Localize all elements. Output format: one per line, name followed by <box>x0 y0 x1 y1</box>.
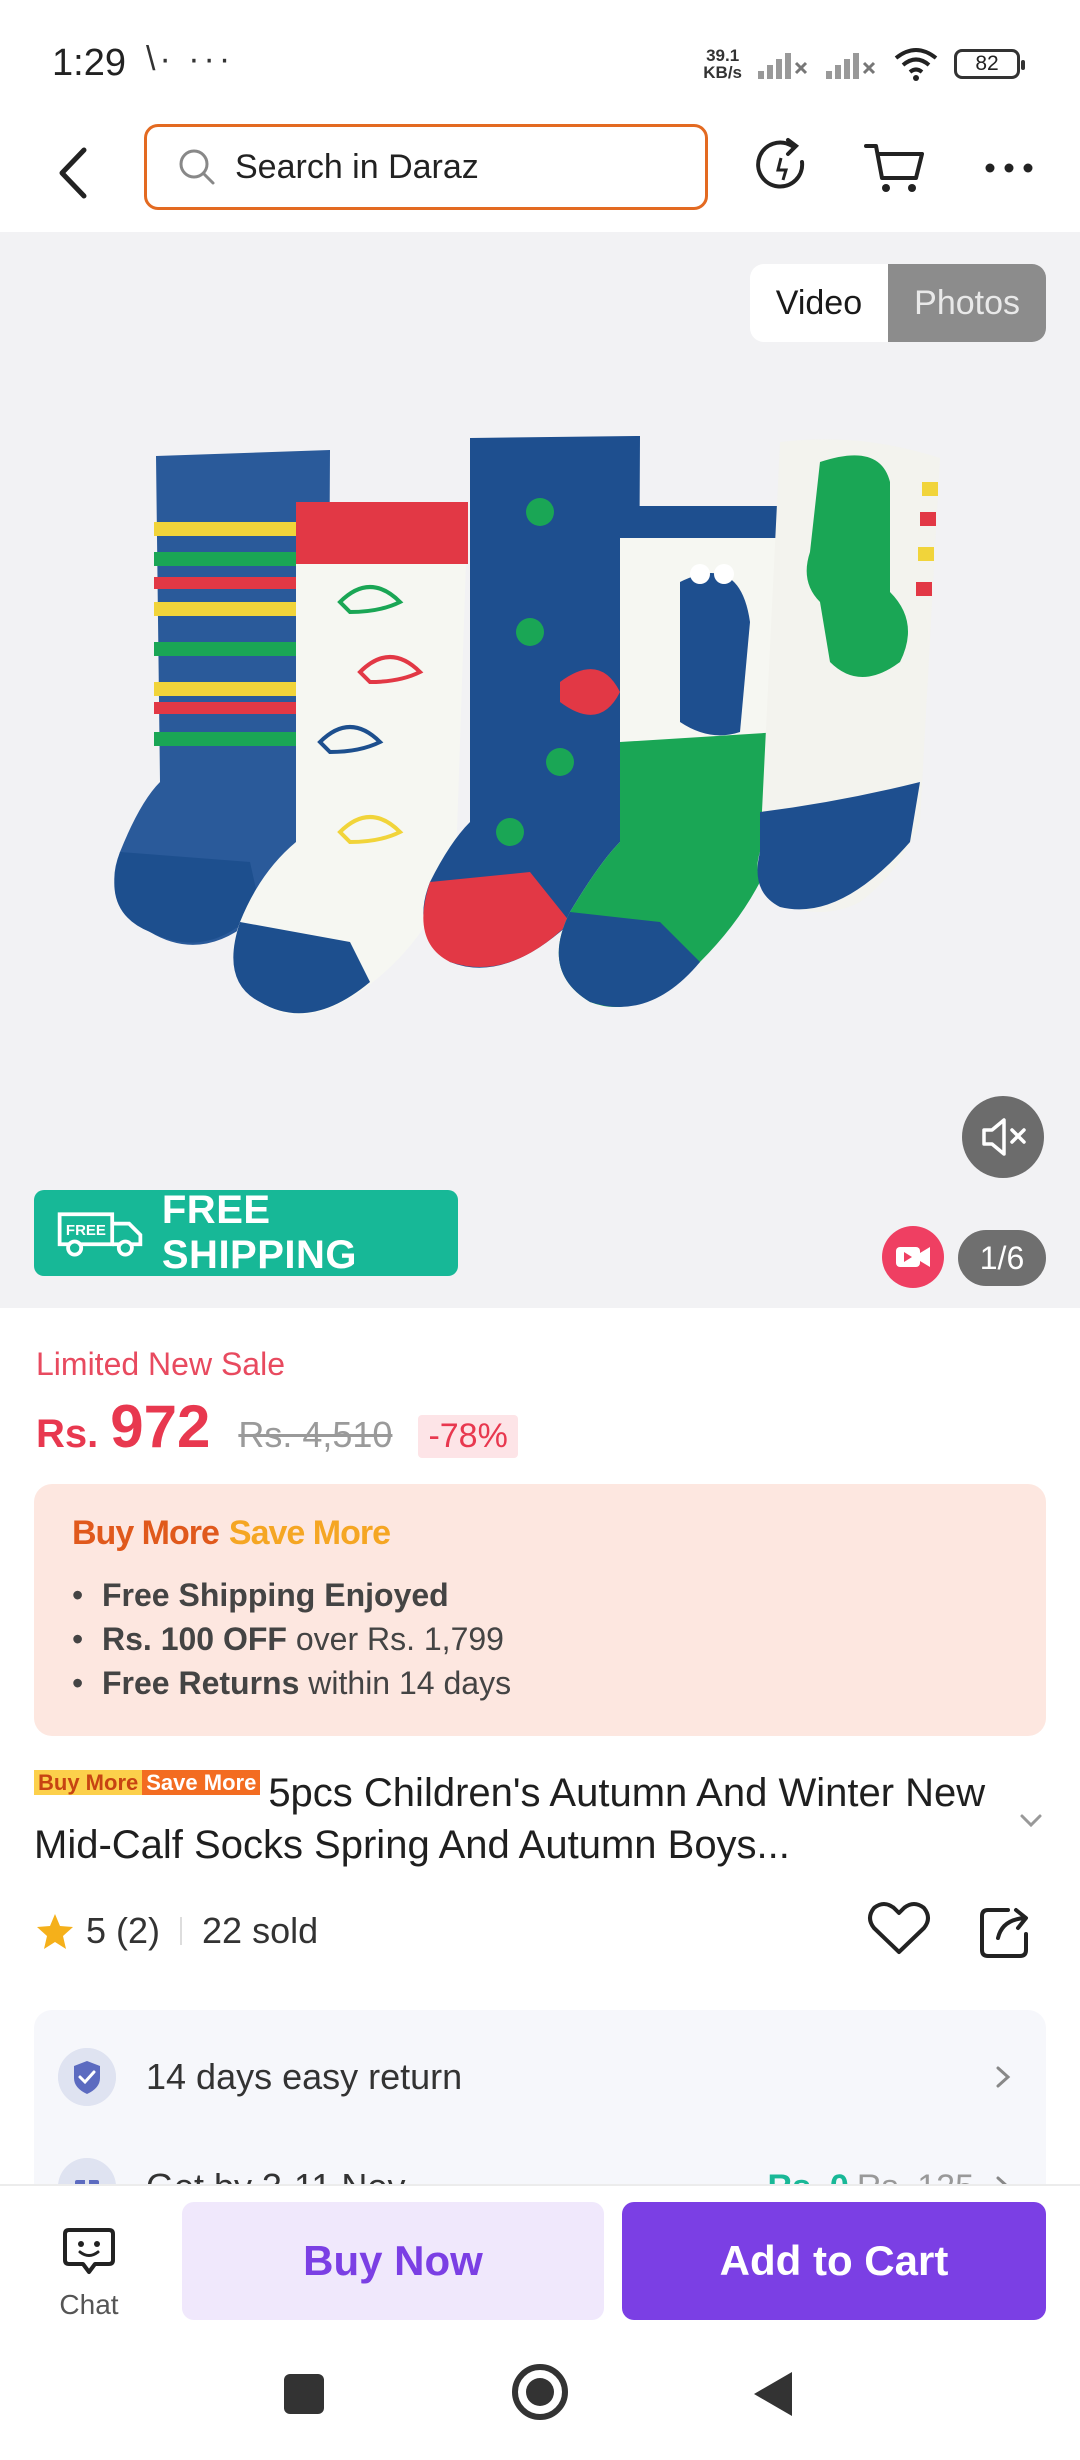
shield-check-icon <box>58 2048 116 2106</box>
status-bar: 1:29 \· ··· 39.1 KB/s 82 <box>0 0 1080 120</box>
recents-button[interactable] <box>284 2374 324 2414</box>
signal-icon <box>758 53 808 79</box>
promo-item: Free Shipping Enjoyed <box>72 1573 1046 1617</box>
search-icon <box>179 149 215 185</box>
refresh-icon[interactable] <box>748 134 814 200</box>
status-right-group: 39.1 KB/s 82 <box>703 46 1025 82</box>
review-count: (2) <box>116 1910 161 1951</box>
promo-item: Rs. 100 OFF over Rs. 1,799 <box>72 1617 1046 1661</box>
home-button[interactable] <box>512 2364 568 2420</box>
mute-icon[interactable] <box>962 1096 1044 1178</box>
promo-item: Free Returns within 14 days <box>72 1661 1046 1705</box>
sock-dino-white <box>757 439 940 912</box>
chevron-right-icon <box>996 2066 1011 2088</box>
cart-icon[interactable] <box>862 134 928 200</box>
video-camera-icon[interactable] <box>882 1226 944 1288</box>
notification-icons: \· ··· <box>146 40 235 78</box>
network-speed-value: 39.1 <box>706 46 740 65</box>
original-price: Rs. 4,510 <box>238 1414 393 1455</box>
buy-more-badge: Buy More Save More <box>34 1766 261 1800</box>
sale-label: Limited New Sale <box>36 1346 285 1382</box>
promo-title-part1: Buy More <box>72 1514 220 1552</box>
promo-title-part2: Save More <box>228 1514 391 1552</box>
promo-box[interactable]: Buy MoreSave More Free Shipping Enjoyed … <box>34 1484 1046 1736</box>
promo-title: Buy More Save More <box>72 1514 1046 1553</box>
discount-badge: -78% <box>418 1415 518 1458</box>
wifi-icon <box>894 48 938 81</box>
return-policy-text: 14 days easy return <box>146 2056 463 2097</box>
system-navigation-bar <box>0 2334 1080 2460</box>
tab-video[interactable]: Video <box>749 264 889 342</box>
delivery-truck-icon: FREE <box>57 1212 143 1257</box>
network-speed-unit: KB/s <box>703 63 742 82</box>
signal-icon-2 <box>826 53 876 79</box>
price-currency: Rs. <box>36 1412 99 1456</box>
chat-label: Chat <box>59 2289 119 2320</box>
price-value: 972 <box>110 1393 211 1460</box>
product-image-socks <box>114 436 940 1015</box>
top-navigation: Search in Daraz <box>0 120 1080 230</box>
more-options-icon[interactable] <box>976 134 1042 200</box>
back-arrow-icon[interactable] <box>44 138 104 208</box>
product-title: Buy More Save More 5pcs Children's Autumn … <box>34 1766 1004 1871</box>
rating-row[interactable]: 5 (2) 22 sold <box>36 1906 318 1956</box>
battery-indicator: 82 <box>954 49 1025 79</box>
chevron-down-icon[interactable] <box>1016 1806 1046 1836</box>
service-row-return[interactable]: 14 days easy return <box>34 2032 1046 2122</box>
free-shipping-badge: FREE FREE SHIPPING <box>34 1188 458 1277</box>
share-icon[interactable] <box>974 1900 1036 1962</box>
image-counter: 1/6 <box>958 1230 1046 1286</box>
chat-icon <box>63 2228 115 2274</box>
search-placeholder: Search in Daraz <box>235 147 479 186</box>
status-time: 1:29 <box>52 42 126 84</box>
search-input[interactable]: Search in Daraz <box>144 124 708 210</box>
chat-button[interactable]: Chat <box>44 2222 134 2322</box>
promo-list: Free Shipping Enjoyed Rs. 100 OFF over R… <box>72 1573 1046 1705</box>
media-toggle: Video Photos <box>749 264 1046 342</box>
price-row: Rs. 972 Rs. 4,510 -78% <box>36 1392 518 1464</box>
add-to-cart-button[interactable]: Add to Cart <box>622 2202 1046 2320</box>
free-shipping-text: FREE SHIPPING <box>161 1188 358 1277</box>
bottom-action-bar: Chat Buy Now Add to Cart <box>0 2184 1080 2334</box>
star-icon <box>37 1914 73 1949</box>
divider <box>180 1917 183 1945</box>
tab-photos[interactable]: Photos <box>888 264 1046 342</box>
product-media-gallery[interactable]: Video Photos FREE FREE SHIPPING 1/6 <box>0 232 1080 1308</box>
free-label: FREE <box>66 1222 106 1239</box>
buy-now-button[interactable]: Buy Now <box>182 2202 604 2320</box>
heart-icon[interactable] <box>866 1898 932 1960</box>
network-speed: 39.1 KB/s <box>703 47 742 81</box>
system-back-button[interactable] <box>754 2372 792 2416</box>
sold-count: 22 sold <box>202 1910 319 1951</box>
rating-value: 5 <box>86 1910 107 1951</box>
